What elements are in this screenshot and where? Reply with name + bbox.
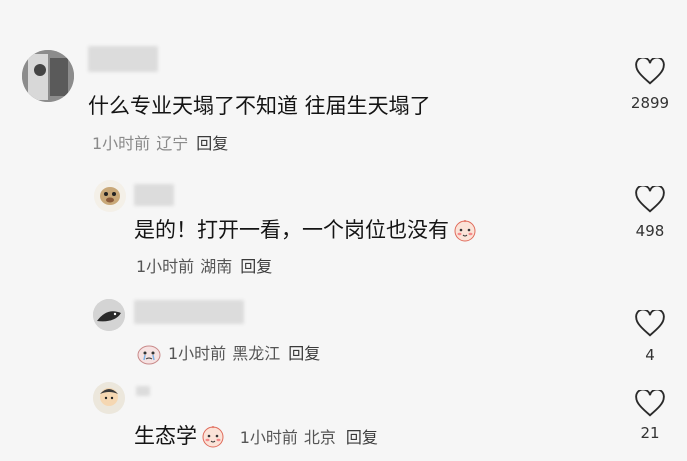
user-avatar[interactable] <box>93 382 125 414</box>
cartoon-avatar-icon <box>93 382 125 414</box>
comment-text-content: 是的！打开一看，一个岗位也没有 <box>134 218 449 242</box>
like-count: 2899 <box>630 94 670 112</box>
like-count: 21 <box>640 424 660 442</box>
crying-sticker-icon <box>137 345 161 365</box>
comment-text-content: 生态学 <box>134 424 197 448</box>
like-button[interactable]: 2899 <box>620 58 680 112</box>
comment-time: 1小时前 <box>239 428 298 447</box>
cartoon-dog-avatar-icon <box>94 180 126 212</box>
like-count: 498 <box>635 222 665 240</box>
like-count: 4 <box>645 346 655 364</box>
comment-text: 什么专业天塌了不知道 往届生天塌了 <box>88 94 431 118</box>
comment-location: 北京 <box>303 428 336 447</box>
username-redacted <box>134 184 174 206</box>
like-button[interactable]: 21 <box>620 390 680 442</box>
reply-button[interactable]: 回复 <box>346 428 378 447</box>
user-avatar[interactable] <box>22 50 74 102</box>
heart-icon <box>635 390 665 417</box>
user-avatar[interactable] <box>93 299 125 331</box>
reply-button[interactable]: 回复 <box>196 134 228 153</box>
bird-avatar-icon <box>93 299 125 331</box>
comment-meta: 1小时前 辽宁 回复 <box>92 130 228 154</box>
comment-meta: 1小时前 北京 回复 <box>240 428 378 447</box>
heart-icon <box>635 58 665 85</box>
comment-location: 辽宁 <box>156 134 189 153</box>
username-redacted <box>136 386 150 396</box>
username-redacted <box>88 46 158 72</box>
heart-icon <box>635 310 665 337</box>
comment-meta: 1小时前 黑龙江 回复 <box>136 340 320 365</box>
comment-location: 黑龙江 <box>232 344 281 363</box>
shy-face-emoji-icon <box>454 220 476 242</box>
comment-text: 生态学 1小时前 北京 回复 <box>134 420 378 450</box>
comment-time: 1小时前 <box>136 257 195 276</box>
comment-location: 湖南 <box>200 257 233 276</box>
shy-face-emoji-icon <box>202 426 224 448</box>
user-avatar[interactable] <box>94 180 126 212</box>
username-redacted <box>134 300 244 324</box>
comment-meta: 1小时前 湖南 回复 <box>136 253 272 277</box>
comment-text: 是的！打开一看，一个岗位也没有 <box>134 214 477 244</box>
like-button[interactable]: 498 <box>620 186 680 240</box>
comment-time: 1小时前 <box>168 344 227 363</box>
heart-icon <box>635 186 665 213</box>
portrait-avatar-icon <box>22 50 74 102</box>
comment-time: 1小时前 <box>92 134 151 153</box>
like-button[interactable]: 4 <box>620 310 680 364</box>
reply-button[interactable]: 回复 <box>240 257 272 276</box>
reply-button[interactable]: 回复 <box>288 344 320 363</box>
